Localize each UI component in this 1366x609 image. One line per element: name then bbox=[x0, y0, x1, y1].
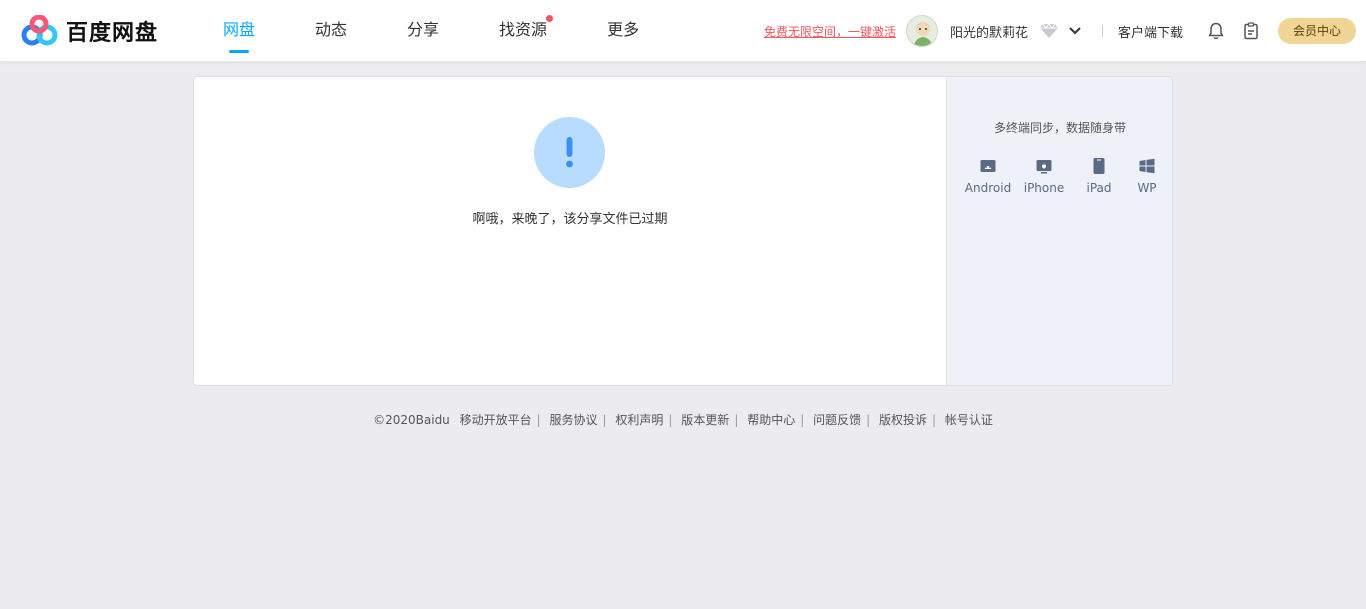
nav-item-label: 找资源 bbox=[499, 20, 548, 39]
windows-phone-icon bbox=[1139, 158, 1155, 174]
platform-label: iPhone bbox=[1023, 181, 1065, 195]
platform-iphone[interactable]: iPhone bbox=[1019, 157, 1069, 195]
nav-item-label: 网盘 bbox=[223, 20, 256, 39]
footer-link-mobile-open-platform[interactable]: 移动开放平台 bbox=[460, 413, 532, 427]
nav-item-label: 更多 bbox=[607, 20, 640, 39]
main-nav: 网盘 动态 分享 找资源 更多 bbox=[210, 0, 686, 62]
baidu-netdisk-logo[interactable]: 百度网盘 bbox=[20, 15, 158, 47]
nav-item-find-resources[interactable]: 找资源 bbox=[486, 0, 560, 62]
top-header: 百度网盘 网盘 动态 分享 找资源 更多 免费无限空间，一键激活 阳光的默莉花 … bbox=[0, 0, 1366, 62]
nav-item-share[interactable]: 分享 bbox=[394, 0, 452, 62]
clipboard-icon[interactable] bbox=[1241, 21, 1261, 41]
platform-wp[interactable]: WP bbox=[1127, 157, 1167, 195]
chevron-down-icon[interactable] bbox=[1068, 24, 1082, 38]
platform-label: Android bbox=[964, 181, 1012, 195]
nav-item-label: 动态 bbox=[315, 20, 348, 39]
free-space-promo-link[interactable]: 免费无限空间，一键激活 bbox=[764, 23, 896, 40]
platform-android[interactable]: Android bbox=[963, 157, 1013, 195]
footer-link-help-center[interactable]: 帮助中心 bbox=[747, 413, 795, 427]
logo-text: 百度网盘 bbox=[66, 21, 159, 46]
footer-link-service-agreement[interactable]: 服务协议 bbox=[550, 413, 598, 427]
header-divider bbox=[1102, 25, 1103, 37]
share-status-area: 啊哦，来晚了，该分享文件已过期 bbox=[194, 77, 946, 385]
avatar[interactable] bbox=[906, 15, 938, 47]
platform-label: WP bbox=[1137, 181, 1157, 195]
vip-center-button[interactable]: 会员中心 bbox=[1278, 18, 1356, 44]
footer-separator: | bbox=[800, 413, 805, 427]
platform-ipad[interactable]: iPad bbox=[1077, 157, 1121, 195]
footer-link-copyright-complaint[interactable]: 版权投诉 bbox=[879, 413, 927, 427]
client-download-link[interactable]: 客户端下载 bbox=[1118, 22, 1183, 41]
nav-item-netdisk[interactable]: 网盘 bbox=[210, 0, 268, 62]
page-footer: ©2020Baidu 移动开放平台 | 服务协议 | 权利声明 | 版本更新 | 帮助中… bbox=[0, 411, 1366, 428]
footer-separator: | bbox=[602, 413, 607, 427]
footer-separator: | bbox=[931, 413, 937, 427]
footer-separator: | bbox=[734, 413, 739, 427]
cloud-logo-icon bbox=[21, 15, 58, 46]
footer-link-feedback[interactable]: 问题反馈 bbox=[813, 413, 861, 427]
nav-item-activity[interactable]: 动态 bbox=[302, 0, 360, 62]
username[interactable]: 阳光的默莉花 bbox=[950, 22, 1028, 41]
share-result-card: 啊哦，来晚了，该分享文件已过期 多终端同步，数据随身带 Android iPho… bbox=[193, 76, 1173, 386]
platform-list: Android iPhone iPad WP bbox=[959, 157, 1169, 197]
android-icon bbox=[980, 160, 996, 172]
footer-separator: | bbox=[668, 413, 673, 427]
ipad-icon bbox=[1093, 158, 1105, 174]
footer-separator: | bbox=[866, 413, 871, 427]
bell-icon[interactable] bbox=[1206, 21, 1226, 41]
avatar-image-icon bbox=[907, 16, 937, 46]
sidebar-title: 多终端同步，数据随身带 bbox=[993, 121, 1126, 135]
notification-dot bbox=[546, 15, 554, 22]
platform-label: iPad bbox=[1086, 181, 1112, 195]
active-tab-indicator bbox=[229, 50, 249, 53]
footer-link-version-update[interactable]: 版本更新 bbox=[681, 413, 729, 427]
multi-device-sidebar: 多终端同步，数据随身带 Android iPhone iPad WP bbox=[946, 77, 1172, 385]
diamond-icon[interactable] bbox=[1039, 23, 1059, 39]
copyright-text: ©2020Baidu bbox=[373, 413, 450, 427]
expired-message: 啊哦，来晚了，该分享文件已过期 bbox=[472, 212, 668, 227]
footer-link-rights-statement[interactable]: 权利声明 bbox=[615, 413, 663, 427]
iphone-icon bbox=[1036, 160, 1052, 174]
footer-link-account-verification[interactable]: 帐号认证 bbox=[945, 413, 993, 427]
footer-separator: | bbox=[536, 413, 541, 427]
nav-item-label: 分享 bbox=[407, 20, 440, 39]
exclamation-icon bbox=[534, 117, 605, 188]
nav-item-more[interactable]: 更多 bbox=[594, 0, 652, 62]
